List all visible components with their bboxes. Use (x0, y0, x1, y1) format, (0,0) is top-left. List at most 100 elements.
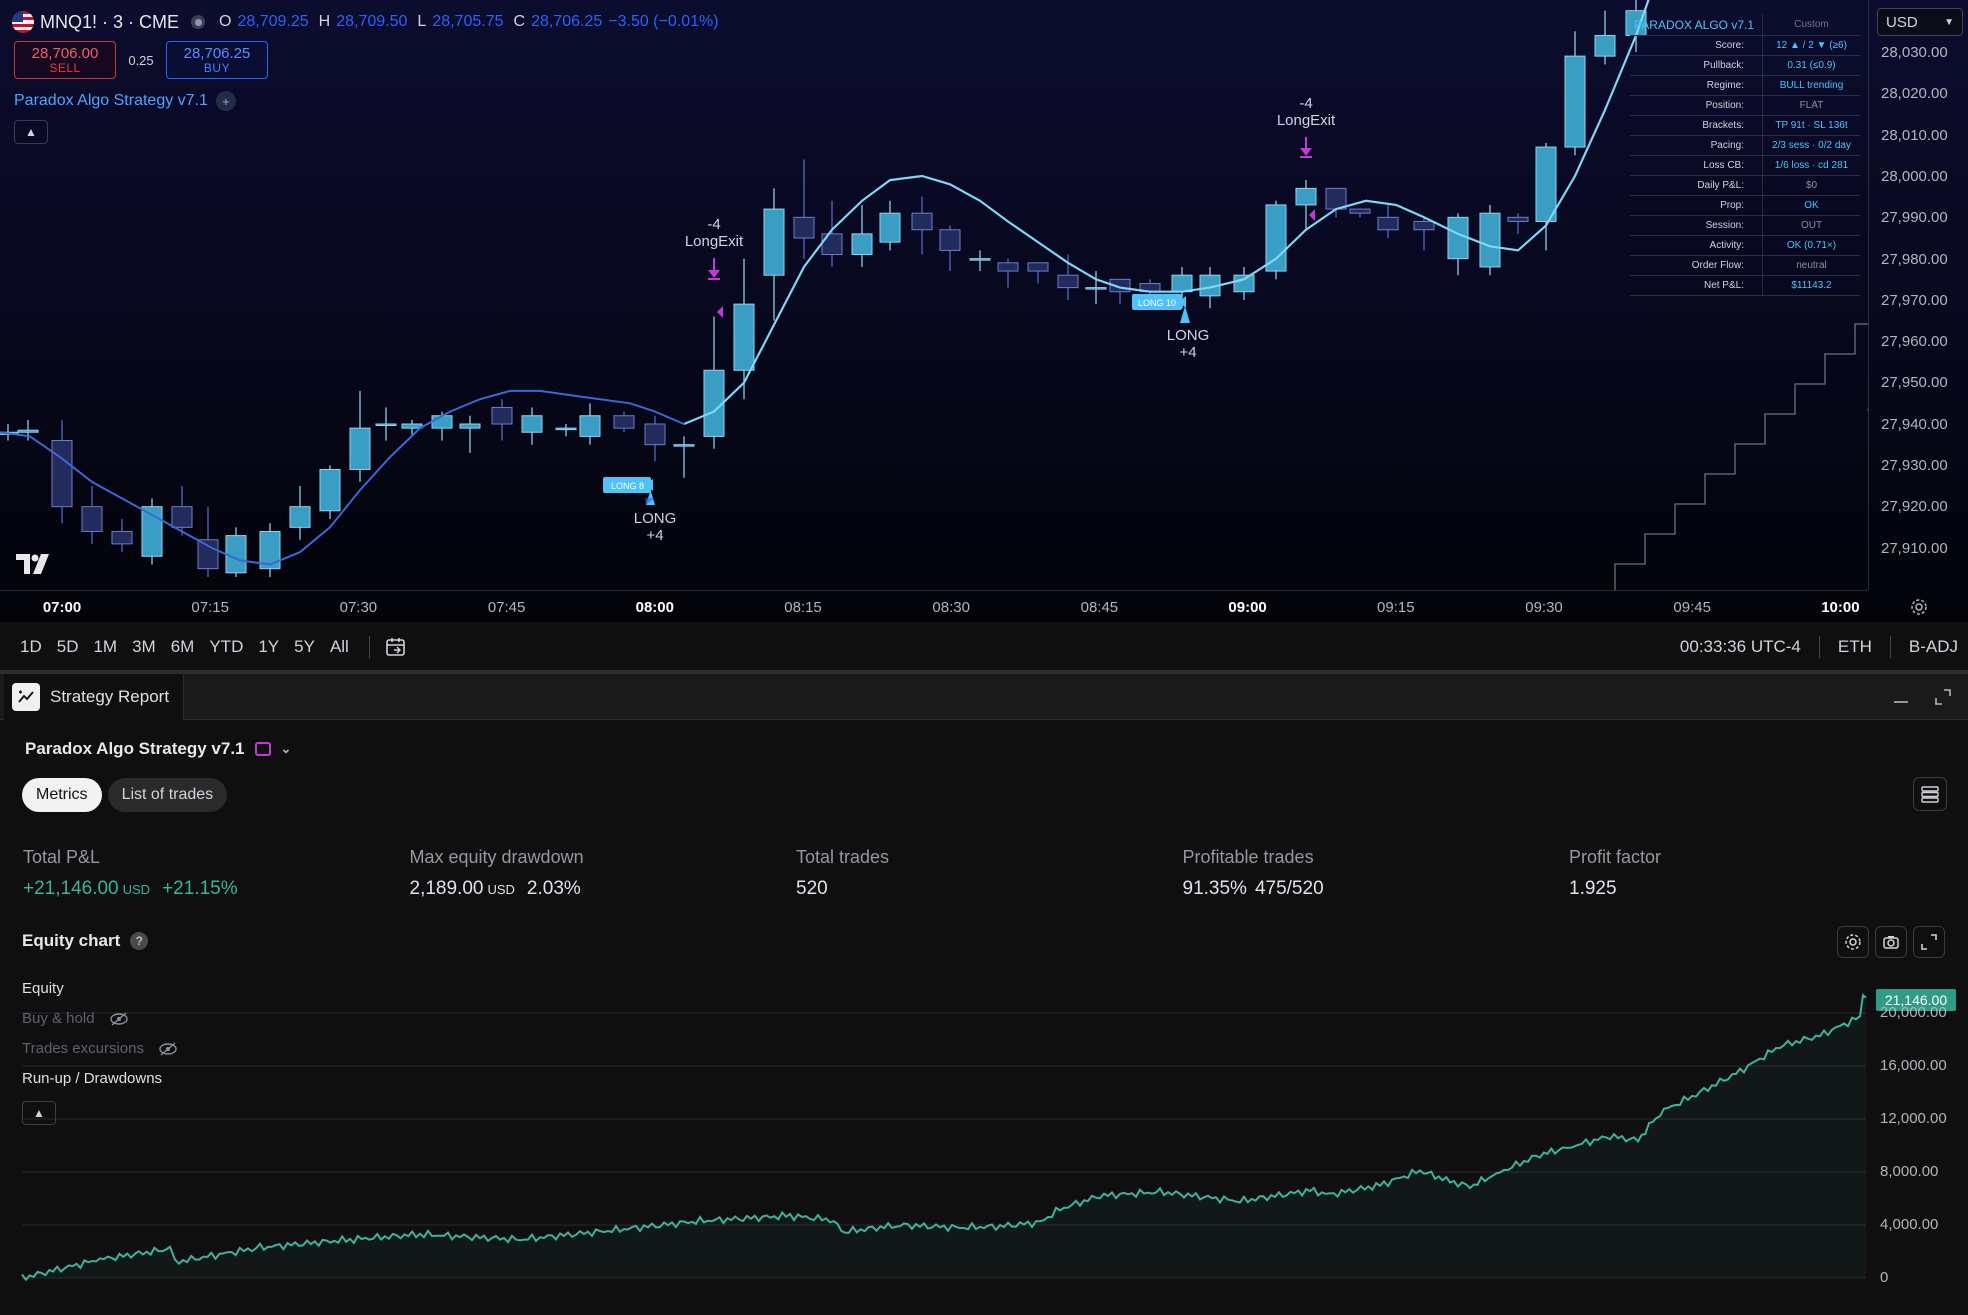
time-axis[interactable]: 07:00 07:15 07:30 07:45 08:00 08:15 08:30 08:45… (0, 590, 1868, 622)
candle (613, 411, 635, 433)
metric-card: Profitable trades 91.35% 475/520 (1183, 847, 1324, 900)
candle (1265, 200, 1287, 280)
long-qty-1: +4 (646, 527, 663, 544)
long-tag-2: LONG 10 (1138, 298, 1176, 308)
legend-buyhold-label: Buy & hold (22, 1010, 95, 1027)
range-button-1y[interactable]: 1Y (258, 637, 279, 657)
equity-chart-title: Equity chart ? (22, 931, 149, 951)
metric-value: 91.35% (1182, 878, 1247, 899)
open-label: O (219, 13, 232, 30)
maximize-panel-icon[interactable] (1930, 684, 1956, 710)
range-button-1m[interactable]: 1M (93, 637, 117, 657)
stats-row: Order Flow: neutral (1630, 256, 1860, 276)
market-status-icon[interactable] (191, 15, 206, 29)
axis-settings-icon[interactable] (1908, 596, 1930, 618)
go-to-date-icon[interactable] (384, 635, 408, 659)
stats-key: Prop: (1720, 200, 1744, 211)
price-tick-label: 27,910.00 (1881, 539, 1948, 557)
candle (1479, 204, 1501, 276)
long-entry-signal-1[interactable]: LONG 8 LONG +4 (603, 477, 676, 544)
candle (1447, 213, 1469, 276)
range-button-3m[interactable]: 3M (132, 637, 156, 657)
strategy-selector[interactable]: Paradox Algo Strategy v7.1 ⌄ (25, 739, 291, 759)
price-scale[interactable]: USD ▼ 28,030.00 28,020.00 28,010.00 28,000.… (1868, 0, 1968, 590)
collapse-legend-button[interactable]: ▲ (22, 1101, 56, 1125)
metric-value: 2,189.00 (409, 878, 484, 899)
range-button-ytd[interactable]: YTD (209, 637, 243, 657)
range-button-1d[interactable]: 1D (20, 637, 42, 657)
stats-key: Brackets: (1702, 120, 1744, 131)
sell-price: 28,706.00 (31, 44, 99, 62)
time-tick-label: 10:00 (1821, 599, 1860, 616)
currency-label: USD (1886, 13, 1918, 31)
close-value: 28,706.25 (531, 13, 603, 30)
strategy-stats-table: PARADOX ALGO v7.1 Custom Score: 12 ▲ / 2 … (1630, 14, 1860, 296)
layout-list-icon[interactable] (1913, 777, 1947, 811)
metric-unit: USD (122, 882, 151, 897)
candle (521, 407, 543, 445)
legend-buy-hold[interactable]: Buy & hold (22, 1010, 129, 1027)
indicator-legend[interactable]: Paradox Algo Strategy v7.1 + (14, 91, 236, 111)
candle (793, 159, 815, 259)
minimize-panel-icon[interactable] (1888, 684, 1914, 710)
spread-value: 0.25 (128, 52, 154, 68)
long-entry-signal-2[interactable]: LONG 10 LONG +4 (1132, 294, 1209, 361)
long-exit-signal-1[interactable]: -4 LongExit (685, 216, 744, 318)
high-label: H (318, 13, 331, 30)
adjustment-toggle[interactable]: B-ADJ (1909, 637, 1958, 657)
range-button-all[interactable]: All (330, 637, 349, 657)
legend-runup-drawdowns[interactable]: Run-up / Drawdowns (22, 1070, 162, 1087)
tab-metrics[interactable]: Metrics (22, 778, 102, 812)
tradingview-logo-icon[interactable] (16, 552, 56, 576)
candle (81, 486, 103, 544)
high-value: 28,709.50 (336, 13, 408, 30)
tab-list-of-trades[interactable]: List of trades (107, 778, 228, 812)
range-button-5y[interactable]: 5Y (294, 637, 315, 657)
legend-equity-label: Equity (22, 980, 64, 997)
tab-strategy-report[interactable]: Strategy Report (4, 674, 184, 720)
exit-qty-2: -4 (1299, 95, 1312, 112)
clock-time[interactable]: 00:33:36 UTC-4 (1680, 637, 1801, 657)
range-button-6m[interactable]: 6M (171, 637, 195, 657)
eye-hidden-icon[interactable] (109, 1011, 129, 1027)
time-tick-label: 09:30 (1525, 599, 1563, 616)
eye-hidden-icon[interactable] (158, 1041, 178, 1057)
range-button-5d[interactable]: 5D (57, 637, 79, 657)
buy-price: 28,706.25 (183, 44, 251, 62)
candle (1109, 278, 1131, 305)
metric-unit: USD (487, 882, 515, 897)
session-toggle[interactable]: ETH (1838, 637, 1872, 657)
equity-chart[interactable] (0, 971, 1968, 1315)
currency-select[interactable]: USD ▼ (1877, 8, 1963, 36)
candle (141, 498, 163, 565)
candle (969, 250, 991, 272)
symbol-name[interactable]: MNQ1! · 3 · CME (40, 12, 179, 33)
sell-button[interactable]: 28,706.00 SELL (14, 41, 116, 79)
bottom-panel-tabs: Strategy Report (0, 674, 1968, 720)
camera-icon[interactable] (1875, 926, 1907, 958)
equity-tick-label: 0 (1880, 1269, 1889, 1286)
add-icon[interactable]: + (215, 91, 236, 111)
date-range-bar: 1D 5D 1M 3M 6M YTD 1Y 5Y All 00:33:36 UTC-4 ETH … (0, 628, 1968, 666)
stats-row: Prop: OK (1630, 196, 1860, 216)
metric-label: Max equity drawdown (409, 847, 584, 867)
chart-settings-icon[interactable] (1837, 926, 1869, 958)
candlestick-chart[interactable]: LONG 8 LONG +4 -4 LongExit LONG 10 LONG … (0, 0, 1868, 590)
price-chart-pane[interactable]: LONG 8 LONG +4 -4 LongExit LONG 10 LONG … (0, 0, 1968, 622)
help-icon[interactable]: ? (130, 932, 149, 950)
metric-value: +21,146.00 (23, 878, 119, 899)
chevron-down-icon[interactable]: ⌄ (281, 741, 292, 757)
buy-button[interactable]: 28,706.25 BUY (166, 41, 268, 79)
stats-key: Pullback: (1703, 60, 1744, 71)
metric-value-row: 91.35% 475/520 (1183, 878, 1324, 900)
legend-equity[interactable]: Equity (22, 980, 64, 997)
candle (289, 486, 311, 540)
stats-key: Regime: (1706, 80, 1744, 91)
legend-trades-excursions[interactable]: Trades excursions (22, 1040, 178, 1057)
indicator-name[interactable]: Paradox Algo Strategy v7.1 (14, 92, 208, 110)
stats-row: Pacing: 2/3 sess · 0/2 day (1630, 136, 1860, 156)
fullscreen-icon[interactable] (1913, 926, 1945, 958)
date-range-icon[interactable] (254, 742, 271, 756)
collapse-legend-button[interactable]: ▲ (14, 120, 48, 144)
symbol-header[interactable]: MNQ1! · 3 · CME O 28,709.25 H 28,709.50 L2… (12, 10, 719, 34)
